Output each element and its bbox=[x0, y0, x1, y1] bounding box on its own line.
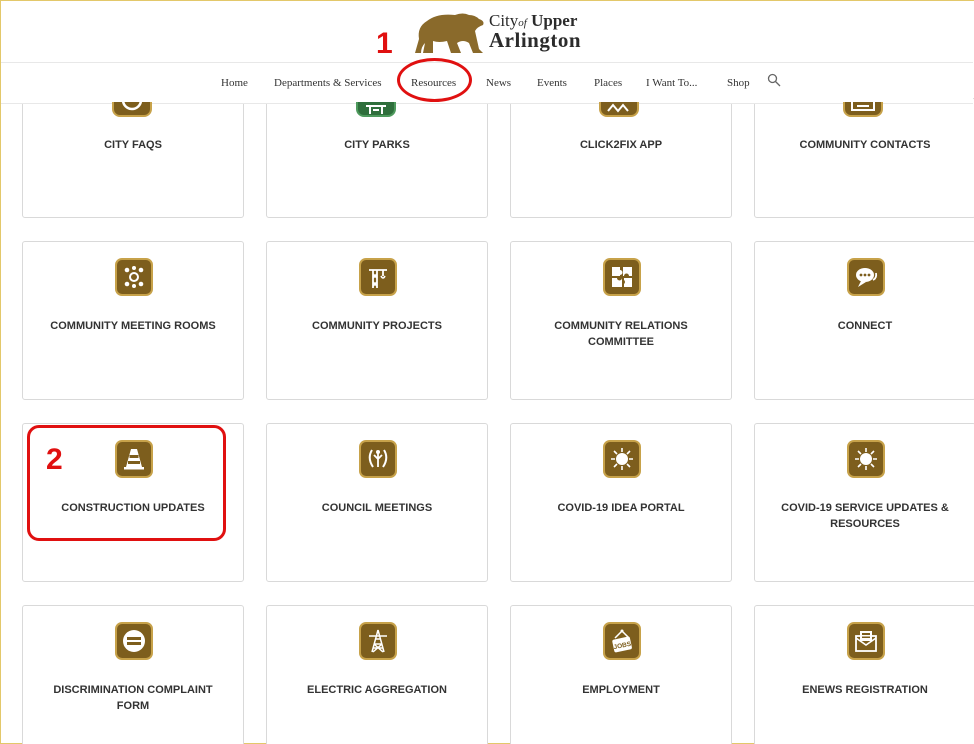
laurel-icon bbox=[359, 440, 397, 478]
nav-shop[interactable]: Shop bbox=[727, 77, 750, 89]
card-employment[interactable]: JOBS EMPLOYMENT bbox=[510, 605, 732, 744]
card-label: COMMUNITY PROJECTS bbox=[312, 320, 442, 332]
app-icon bbox=[598, 79, 642, 117]
crane-icon bbox=[359, 258, 397, 296]
park-icon bbox=[355, 79, 399, 117]
card-label: COMMUNITY CONTACTS bbox=[799, 139, 931, 151]
card-community-projects[interactable]: COMMUNITY PROJECTS bbox=[266, 241, 488, 400]
card-label: ENEWS REGISTRATION bbox=[802, 684, 928, 696]
nav-departments-services[interactable]: Departments & Services bbox=[274, 77, 382, 89]
chat-icon bbox=[847, 258, 885, 296]
card-label: COMMUNITY MEETING ROOMS bbox=[50, 320, 216, 332]
search-icon[interactable] bbox=[767, 73, 781, 87]
annotation-step-1: 1 bbox=[376, 27, 393, 60]
main-nav: Home Departments & Services Resources Ne… bbox=[1, 62, 973, 104]
contacts-icon bbox=[842, 79, 886, 117]
card-label: DISCRIMINATION COMPLAINT FORM bbox=[53, 684, 213, 712]
puzzle-icon bbox=[603, 258, 641, 296]
nav-home[interactable]: Home bbox=[221, 77, 248, 89]
logo-text-line2: Arlington bbox=[489, 28, 582, 52]
nav-events[interactable]: Events bbox=[537, 77, 567, 89]
faq-icon bbox=[111, 79, 155, 117]
card-label: EMPLOYMENT bbox=[582, 684, 660, 696]
card-connect[interactable]: CONNECT bbox=[754, 241, 974, 400]
bear-logo-icon bbox=[415, 13, 484, 53]
card-label: CONNECT bbox=[837, 320, 893, 332]
jobs-sign-icon: JOBS bbox=[603, 622, 641, 660]
annotation-construction-highlight bbox=[27, 425, 226, 541]
card-enews-registration[interactable]: ENEWS REGISTRATION bbox=[754, 605, 974, 744]
card-label: COVID-19 IDEA PORTAL bbox=[557, 502, 685, 514]
card-covid-19-idea-portal[interactable]: COVID-19 IDEA PORTAL bbox=[510, 423, 732, 582]
card-label: ELECTRIC AGGREGATION bbox=[307, 684, 447, 696]
annotation-resources-highlight bbox=[397, 58, 472, 102]
card-label: CITY FAQS bbox=[104, 139, 162, 151]
nav-places[interactable]: Places bbox=[594, 77, 622, 89]
envelope-icon bbox=[847, 622, 885, 660]
card-community-meeting-rooms[interactable]: COMMUNITY MEETING ROOMS bbox=[22, 241, 244, 400]
virus-icon bbox=[847, 440, 885, 478]
card-council-meetings[interactable]: COUNCIL MEETINGS bbox=[266, 423, 488, 582]
city-logo[interactable]: Cityof Upper Arlington bbox=[411, 7, 611, 57]
meeting-room-icon bbox=[115, 258, 153, 296]
card-label: COVID-19 SERVICE UPDATES & RESOURCES bbox=[781, 502, 949, 530]
nav-i-want-to[interactable]: I Want To... bbox=[646, 77, 697, 89]
card-label: CITY PARKS bbox=[344, 139, 410, 151]
card-community-relations-committee[interactable]: COMMUNITY RELATIONS COMMITTEE bbox=[510, 241, 732, 400]
card-electric-aggregation[interactable]: ELECTRIC AGGREGATION bbox=[266, 605, 488, 744]
card-label: COMMUNITY RELATIONS COMMITTEE bbox=[554, 320, 688, 348]
equals-icon bbox=[115, 622, 153, 660]
nav-news[interactable]: News bbox=[486, 77, 511, 89]
virus-icon bbox=[603, 440, 641, 478]
card-label: COUNCIL MEETINGS bbox=[321, 502, 433, 514]
power-tower-icon bbox=[359, 622, 397, 660]
card-covid-19-service-updates[interactable]: COVID-19 SERVICE UPDATES & RESOURCES bbox=[754, 423, 974, 582]
card-label: CLICK2FIX APP bbox=[579, 139, 663, 151]
card-discrimination-complaint-form[interactable]: DISCRIMINATION COMPLAINT FORM bbox=[22, 605, 244, 744]
